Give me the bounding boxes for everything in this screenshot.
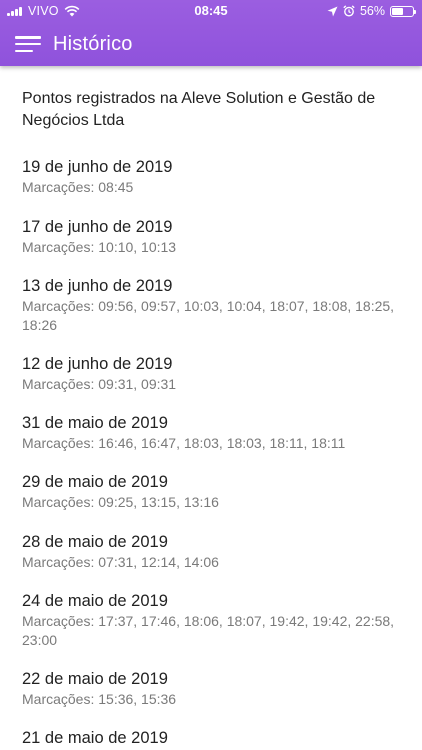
entry-marks: Marcações: 16:46, 16:47, 18:03, 18:03, 1… <box>22 435 346 451</box>
entry-marks: Marcações: 09:31, 09:31 <box>22 376 177 392</box>
entry-marks: Marcações: 17:37, 17:46, 18:06, 18:07, 1… <box>22 613 395 648</box>
list-item: 13 de junho de 2019 Marcações: 09:56, 09… <box>22 276 407 335</box>
list-item: 28 de maio de 2019 Marcações: 07:31, 12:… <box>22 532 407 572</box>
entry-date: 24 de maio de 2019 <box>22 592 168 610</box>
menu-icon[interactable] <box>15 35 41 53</box>
battery-icon <box>390 5 416 17</box>
entry-date: 21 de maio de 2019 <box>22 729 168 747</box>
list-item: 29 de maio de 2019 Marcações: 09:25, 13:… <box>22 472 407 512</box>
location-arrow-icon <box>327 6 338 16</box>
entry-date: 19 de junho de 2019 <box>22 158 173 176</box>
battery-percent: 56% <box>359 4 385 18</box>
top-bar: VIVO 08:45 56% Histórico <box>0 0 422 66</box>
list-item: 21 de maio de 2019 <box>22 728 407 748</box>
entry-date: 12 de junho de 2019 <box>22 355 173 373</box>
entry-marks: Marcações: 15:36, 15:36 <box>22 691 177 707</box>
entry-marks: Marcações: 09:56, 09:57, 10:03, 10:04, 1… <box>22 298 395 333</box>
entry-date: 29 de maio de 2019 <box>22 473 168 491</box>
entry-date: 22 de maio de 2019 <box>22 670 168 688</box>
app-bar: Histórico <box>0 22 422 66</box>
entry-date: 13 de junho de 2019 <box>22 277 173 295</box>
entry-marks: Marcações: 10:10, 10:13 <box>22 239 177 255</box>
status-bar: VIVO 08:45 56% <box>0 0 422 22</box>
list-item: 22 de maio de 2019 Marcações: 15:36, 15:… <box>22 669 407 709</box>
entry-marks: Marcações: 09:25, 13:15, 13:16 <box>22 494 219 510</box>
entry-marks: Marcações: 08:45 <box>22 179 134 195</box>
alarm-icon <box>343 5 355 17</box>
list-item: 31 de maio de 2019 Marcações: 16:46, 16:… <box>22 413 407 453</box>
entry-date: 17 de junho de 2019 <box>22 218 173 236</box>
list-item: 24 de maio de 2019 Marcações: 17:37, 17:… <box>22 591 407 650</box>
history-list[interactable]: Pontos registrados na Aleve Solution e G… <box>0 66 422 750</box>
company-heading: Pontos registrados na Aleve Solution e G… <box>22 90 376 129</box>
entry-marks: Marcações: 07:31, 12:14, 14:06 <box>22 554 219 570</box>
list-item: 12 de junho de 2019 Marcações: 09:31, 09… <box>22 354 407 394</box>
entry-date: 31 de maio de 2019 <box>22 414 168 432</box>
page-title: Histórico <box>53 32 133 55</box>
entry-date: 28 de maio de 2019 <box>22 533 168 551</box>
list-item: 19 de junho de 2019 Marcações: 08:45 <box>22 157 407 197</box>
list-item: 17 de junho de 2019 Marcações: 10:10, 10… <box>22 217 407 257</box>
